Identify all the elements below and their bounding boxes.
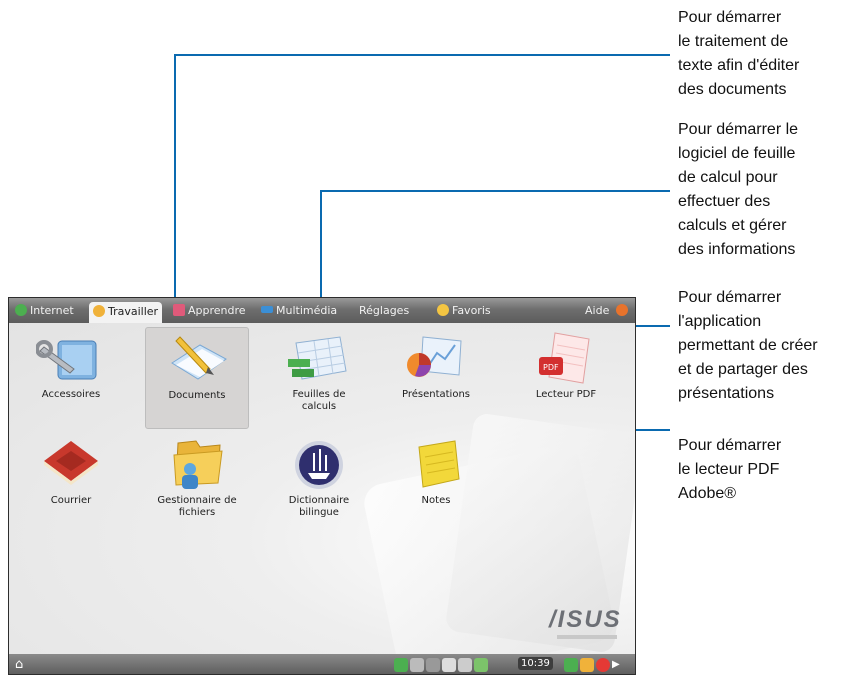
tab-work[interactable]: Travailler bbox=[89, 302, 163, 323]
tab-label: Apprendre bbox=[188, 304, 246, 317]
tab-help[interactable]: Aide bbox=[585, 301, 628, 321]
tab-label: Aide bbox=[585, 304, 610, 317]
tab-label: Multimédia bbox=[276, 304, 338, 317]
documents-icon bbox=[171, 336, 227, 380]
app-label: Dictionnaire bilingue bbox=[288, 495, 350, 518]
app-dictionary[interactable]: Dictionnaire bilingue bbox=[267, 435, 371, 535]
multimedia-icon bbox=[261, 306, 273, 313]
pdf-reader-icon: PDF bbox=[539, 332, 590, 384]
tray-right: ▶ bbox=[564, 656, 626, 674]
help-icon bbox=[615, 304, 628, 316]
app-label: Lecteur PDF bbox=[535, 389, 597, 400]
callout-presentations: Pour démarrer l'application permettant d… bbox=[678, 289, 818, 402]
taskbar: ⌂ 10:39 ▶ bbox=[9, 654, 635, 674]
volume-icon[interactable] bbox=[458, 658, 472, 672]
dictionary-icon bbox=[295, 441, 343, 489]
app-label: Notes bbox=[421, 495, 451, 506]
app-documents[interactable]: Documents bbox=[145, 327, 249, 429]
app-presentations[interactable]: Présentations bbox=[384, 329, 488, 427]
app-label: Accessoires bbox=[41, 389, 101, 400]
home-icon[interactable]: ⌂ bbox=[15, 657, 23, 672]
app-spreadsheet[interactable]: Feuilles de calculs bbox=[267, 329, 371, 427]
app-area: Accessoires Documents Feuilles de calcul… bbox=[9, 323, 635, 674]
favorites-icon bbox=[437, 304, 449, 316]
mail-icon bbox=[44, 441, 98, 485]
accessories-icon bbox=[36, 340, 97, 380]
svg-text:PDF: PDF bbox=[543, 363, 559, 372]
tab-learn[interactable]: Apprendre bbox=[173, 301, 246, 321]
app-mail[interactable]: Courrier bbox=[19, 435, 123, 535]
tab-bar: Internet Travailler Apprendre Multimédia… bbox=[9, 298, 635, 323]
spreadsheet-icon bbox=[288, 336, 347, 380]
brand-logo: /ISUS bbox=[549, 606, 622, 633]
brand-tagline bbox=[557, 635, 617, 639]
wireless-icon[interactable] bbox=[474, 658, 488, 672]
app-label: Gestionnaire de fichiers bbox=[157, 495, 237, 518]
tab-internet[interactable]: Internet bbox=[15, 301, 74, 321]
work-icon bbox=[93, 305, 105, 317]
presentations-icon bbox=[407, 336, 462, 377]
callout-pdf: Pour démarrer le lecteur PDF Adobe® bbox=[678, 437, 782, 502]
arrow-right-icon[interactable]: ▶ bbox=[612, 658, 626, 672]
app-notes[interactable]: Notes bbox=[384, 435, 488, 535]
tab-label: Favoris bbox=[452, 304, 491, 317]
app-file-manager[interactable]: Gestionnaire de fichiers bbox=[145, 435, 249, 535]
callout-documents: Pour démarrer le traitement de texte afi… bbox=[678, 9, 800, 98]
power-icon[interactable] bbox=[596, 658, 610, 672]
network-icon[interactable] bbox=[394, 658, 408, 672]
internet-icon bbox=[15, 304, 27, 316]
app-label: Feuilles de calculs bbox=[292, 389, 346, 412]
tab-label: Travailler bbox=[108, 305, 159, 318]
tab-favorites[interactable]: Favoris bbox=[437, 301, 491, 321]
app-label: Présentations bbox=[401, 389, 470, 400]
keyboard-icon[interactable] bbox=[410, 658, 424, 672]
app-label: Courrier bbox=[50, 495, 92, 506]
app-label: Documents bbox=[168, 390, 226, 401]
storage-icon[interactable] bbox=[442, 658, 456, 672]
tab-multimedia[interactable]: Multimédia bbox=[261, 301, 337, 321]
file-manager-icon bbox=[173, 440, 223, 489]
netbook-screen: Internet Travailler Apprendre Multimédia… bbox=[8, 297, 636, 675]
status-icon[interactable] bbox=[564, 658, 578, 672]
notes-icon bbox=[418, 440, 460, 488]
tab-settings[interactable]: Réglages bbox=[359, 301, 409, 321]
app-pdf-reader[interactable]: PDF Lecteur PDF bbox=[514, 329, 618, 427]
tab-label: Internet bbox=[30, 304, 74, 317]
callout-spreadsheet: Pour démarrer le logiciel de feuille de … bbox=[678, 121, 799, 258]
learn-icon bbox=[173, 304, 185, 316]
system-tray bbox=[394, 656, 488, 674]
battery-icon[interactable] bbox=[580, 658, 594, 672]
tab-label: Réglages bbox=[359, 304, 410, 317]
device-icon[interactable] bbox=[426, 658, 440, 672]
clock: 10:39 bbox=[518, 657, 553, 670]
app-accessories[interactable]: Accessoires bbox=[19, 329, 123, 427]
